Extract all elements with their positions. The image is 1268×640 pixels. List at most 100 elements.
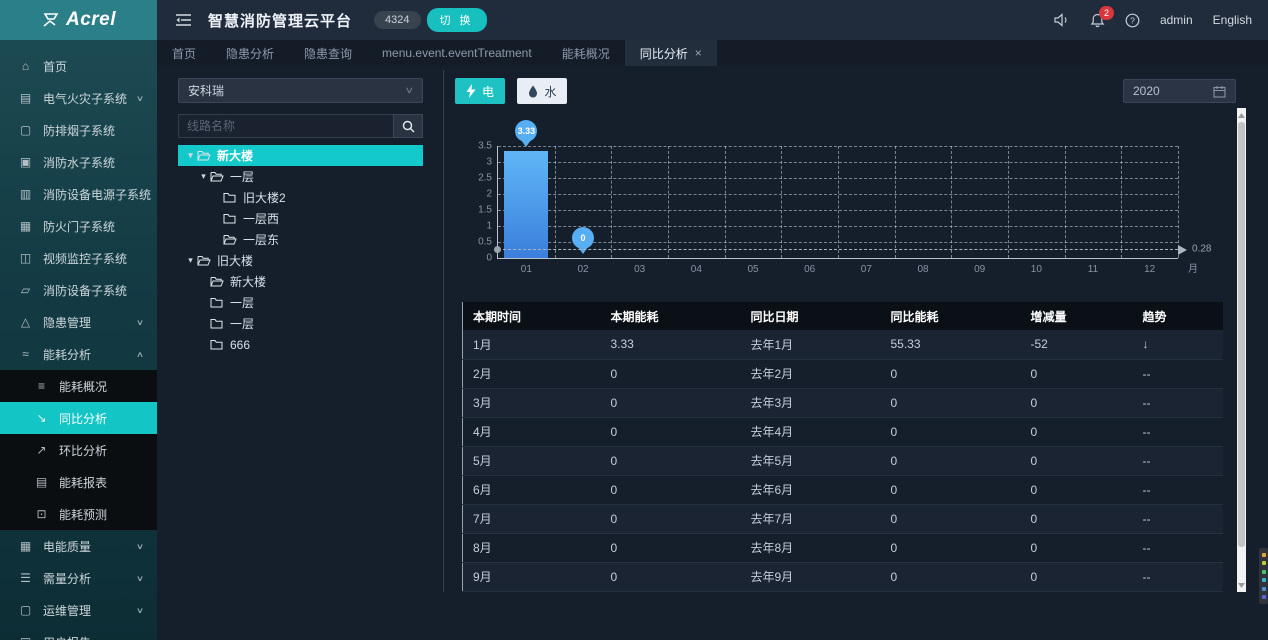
table-header-cell: 同比日期 xyxy=(741,302,881,330)
notification-count-badge: 2 xyxy=(1099,6,1114,20)
tab-首页[interactable]: 首页 xyxy=(157,40,211,66)
switch-button[interactable]: 切 换 xyxy=(427,8,487,32)
sidebar-subitem[interactable]: ▤能耗报表 xyxy=(0,466,157,498)
tree-node-label: 一层 xyxy=(230,294,254,311)
table-body: 1月3.33去年1月55.33-52↓2月0去年2月00--3月0去年3月00-… xyxy=(463,330,1223,591)
tree-node[interactable]: 一层西 xyxy=(178,208,423,229)
tab-label: menu.event.eventTreatment xyxy=(382,46,532,60)
sidebar-item-label: 消防设备电源子系统 xyxy=(43,186,151,203)
v-gridline xyxy=(1178,146,1179,258)
volume-icon[interactable] xyxy=(1054,13,1070,27)
trend-down-icon: ↓ xyxy=(1133,330,1223,359)
tree-node[interactable]: 旧大楼2 xyxy=(178,187,423,208)
scrollbar-thumb[interactable] xyxy=(1238,122,1245,547)
x-axis-tick: 06 xyxy=(804,264,815,275)
energy-report-icon: ▤ xyxy=(34,475,49,489)
table-header: 本期时间本期能耗同比日期同比能耗增减量趋势 xyxy=(463,302,1223,330)
vertical-scrollbar[interactable] xyxy=(1237,108,1246,592)
year-picker[interactable]: 2020 xyxy=(1123,79,1236,103)
tree-node[interactable]: 666 xyxy=(178,334,423,355)
sidebar-item[interactable]: ≈能耗分析∧ xyxy=(0,338,157,370)
v-gridline xyxy=(668,146,669,258)
bell-icon[interactable]: 2 xyxy=(1090,13,1105,28)
table-cell: 0 xyxy=(881,417,1021,446)
v-gridline xyxy=(1065,146,1066,258)
water-toggle-button[interactable]: 水 xyxy=(517,78,567,104)
tab-同比分析[interactable]: 同比分析× xyxy=(625,40,717,66)
help-icon[interactable]: ? xyxy=(1125,13,1140,28)
station-select[interactable]: 安科瑞 ∨ xyxy=(178,78,423,103)
caret-down-icon: ▾ xyxy=(184,150,197,161)
average-markline xyxy=(498,249,1178,250)
sidebar-item[interactable]: ▣用户报告 xyxy=(0,626,157,640)
sidebar-subitem[interactable]: ≡能耗概况 xyxy=(0,370,157,402)
table-row: 5月0去年5月00-- xyxy=(463,446,1223,475)
tab-隐患查询[interactable]: 隐患查询 xyxy=(289,40,367,66)
table-cell: 6月 xyxy=(463,475,601,504)
username[interactable]: admin xyxy=(1160,13,1193,27)
sidebar-item[interactable]: ▱消防设备子系统 xyxy=(0,274,157,306)
table-cell: 0 xyxy=(881,359,1021,388)
sidebar-item-label: 需量分析 xyxy=(43,570,91,587)
sidebar-subitem[interactable]: ↘同比分析 xyxy=(0,402,157,434)
folder-icon xyxy=(223,213,237,224)
fire-device-system-icon: ▱ xyxy=(18,283,33,297)
sidebar-subitem[interactable]: ⊡能耗预测 xyxy=(0,498,157,530)
table-cell: 0 xyxy=(1021,562,1133,591)
line-search-input[interactable] xyxy=(178,114,393,138)
tree-node[interactable]: 一层东 xyxy=(178,229,423,250)
y-axis-tick: 3 xyxy=(486,157,492,168)
tree-node[interactable]: ▾旧大楼 xyxy=(178,250,423,271)
sidebar-item[interactable]: ▢运维管理∨ xyxy=(0,594,157,626)
language-switch[interactable]: English xyxy=(1213,13,1252,27)
table-cell: 0 xyxy=(601,446,741,475)
scroll-up-icon[interactable] xyxy=(1237,110,1246,120)
tab-menu.event.eventTreatment[interactable]: menu.event.eventTreatment xyxy=(367,40,547,66)
tree-node[interactable]: ▾一层 xyxy=(178,166,423,187)
sidebar-item[interactable]: ☰需量分析∨ xyxy=(0,562,157,594)
panel-divider xyxy=(443,70,444,592)
pin-tail xyxy=(521,140,531,147)
markline-start-dot xyxy=(494,246,501,253)
folder-icon xyxy=(223,192,237,203)
tree-node[interactable]: 新大楼 xyxy=(178,271,423,292)
tree-node[interactable]: ▾新大楼 xyxy=(178,145,423,166)
sidebar-item[interactable]: ▤电气火灾子系统∨ xyxy=(0,82,157,114)
sidebar-subitem[interactable]: ↗环比分析 xyxy=(0,434,157,466)
sidebar-item[interactable]: ▦防火门子系统 xyxy=(0,210,157,242)
sidebar-item[interactable]: ▥消防设备电源子系统 xyxy=(0,178,157,210)
sidebar-item[interactable]: ▢防排烟子系统 xyxy=(0,114,157,146)
device-tree-panel: 安科瑞 ∨ ▾新大楼▾一层旧大楼2一层西一层东▾旧大楼新大楼一层一层666 xyxy=(178,78,423,355)
sidebar-item[interactable]: ◫视频监控子系统 xyxy=(0,242,157,274)
page-title: 智慧消防管理云平台 xyxy=(208,10,352,31)
sidebar-item[interactable]: △隐患管理∨ xyxy=(0,306,157,338)
sidebar-item[interactable]: ⌂首页 xyxy=(0,50,157,82)
table-cell: 去年4月 xyxy=(741,417,881,446)
water-drop-icon xyxy=(528,85,538,98)
tab-隐患分析[interactable]: 隐患分析 xyxy=(211,40,289,66)
sidebar-item-label: 用户报告 xyxy=(43,634,91,640)
table-cell: 0 xyxy=(601,533,741,562)
tree-node[interactable]: 一层 xyxy=(178,313,423,334)
sidebar-item[interactable]: ▦电能质量∨ xyxy=(0,530,157,562)
table-cell: 0 xyxy=(601,562,741,591)
sidebar-subitem-label: 能耗概况 xyxy=(59,378,107,395)
acrel-logo-icon xyxy=(41,12,61,28)
electric-toggle-button[interactable]: 电 xyxy=(455,78,505,104)
floating-widget[interactable] xyxy=(1259,548,1268,604)
scroll-down-icon[interactable] xyxy=(1237,580,1246,590)
close-icon[interactable]: × xyxy=(695,47,702,59)
tab-能耗概况[interactable]: 能耗概况 xyxy=(547,40,625,66)
x-axis-tick: 12 xyxy=(1144,264,1155,275)
tab-label: 隐患查询 xyxy=(304,45,352,62)
folder-open-icon xyxy=(210,171,224,182)
table-cell: 1月 xyxy=(463,330,601,359)
menu-fold-icon[interactable] xyxy=(175,13,192,27)
tree-node[interactable]: 一层 xyxy=(178,292,423,313)
main-panel: 电 水 2020 xyxy=(455,78,1238,592)
table-cell: 0 xyxy=(601,475,741,504)
search-button[interactable] xyxy=(393,114,423,138)
fire-door-system-icon: ▦ xyxy=(18,219,33,233)
x-axis-tick: 01 xyxy=(521,264,532,275)
sidebar-item[interactable]: ▣消防水子系统 xyxy=(0,146,157,178)
